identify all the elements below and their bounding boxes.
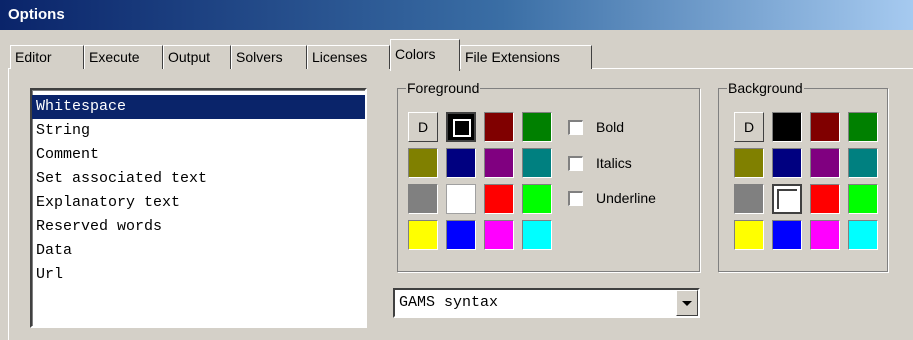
foreground-color-swatch[interactable] <box>484 148 514 178</box>
syntax-scheme-select[interactable]: GAMS syntax <box>393 288 700 318</box>
tab-output[interactable]: Output <box>163 45 231 69</box>
background-color-swatch[interactable] <box>848 220 878 250</box>
foreground-default-button[interactable]: D <box>408 112 438 142</box>
foreground-color-swatch[interactable] <box>484 220 514 250</box>
foreground-color-swatch[interactable] <box>484 112 514 142</box>
underline-checkbox[interactable] <box>568 191 583 206</box>
background-color-swatch[interactable] <box>810 112 840 142</box>
selected-marker <box>453 119 471 137</box>
foreground-color-swatch[interactable] <box>408 184 438 214</box>
background-legend: Background <box>727 79 804 97</box>
dropdown-button[interactable] <box>676 290 698 316</box>
background-color-swatch[interactable] <box>848 184 878 214</box>
background-color-swatch[interactable] <box>810 148 840 178</box>
foreground-legend: Foreground <box>406 79 481 97</box>
background-group: Background D <box>718 79 888 272</box>
tab-editor[interactable]: Editor <box>10 45 84 69</box>
title-bar: Options <box>0 0 913 30</box>
tab-solvers[interactable]: Solvers <box>231 45 307 69</box>
list-item[interactable]: Url <box>32 263 365 287</box>
syntax-scheme-value: GAMS syntax <box>399 294 499 311</box>
foreground-color-swatch[interactable] <box>484 184 514 214</box>
background-color-swatch[interactable] <box>848 148 878 178</box>
foreground-color-swatch[interactable] <box>408 148 438 178</box>
foreground-color-swatch[interactable] <box>522 112 552 142</box>
background-color-swatch[interactable] <box>810 184 840 214</box>
background-color-swatch[interactable] <box>772 220 802 250</box>
list-item[interactable]: Reserved words <box>32 215 365 239</box>
foreground-group: Foreground D Bold Italics Underline <box>397 79 700 272</box>
background-color-swatch[interactable] <box>734 220 764 250</box>
background-color-swatch[interactable] <box>848 112 878 142</box>
foreground-color-swatch[interactable] <box>446 148 476 178</box>
list-item[interactable]: Explanatory text <box>32 191 365 215</box>
foreground-color-swatch[interactable] <box>522 184 552 214</box>
background-color-swatch[interactable] <box>734 148 764 178</box>
selected-marker <box>777 189 797 209</box>
tab-execute[interactable]: Execute <box>84 45 163 69</box>
foreground-color-swatch[interactable] <box>522 148 552 178</box>
tab-licenses[interactable]: Licenses <box>307 45 390 69</box>
background-color-swatch[interactable] <box>772 184 802 214</box>
background-color-swatch[interactable] <box>772 112 802 142</box>
italics-checkbox[interactable] <box>568 156 583 171</box>
background-color-swatch[interactable] <box>772 148 802 178</box>
window-title: Options <box>8 6 65 23</box>
underline-label: Underline <box>596 190 656 206</box>
list-item[interactable]: Data <box>32 239 365 263</box>
list-item[interactable]: Comment <box>32 143 365 167</box>
bold-label: Bold <box>596 119 625 135</box>
background-default-button[interactable]: D <box>734 112 764 142</box>
tab-file-extensions[interactable]: File Extensions <box>460 45 592 69</box>
chevron-down-icon <box>682 301 692 306</box>
tab-strip: Editor Execute Output Solvers Licenses C… <box>0 36 913 71</box>
foreground-color-swatch[interactable] <box>408 220 438 250</box>
list-item[interactable]: Whitespace <box>32 95 365 119</box>
foreground-color-swatch[interactable] <box>522 220 552 250</box>
list-item[interactable]: Set associated text <box>32 167 365 191</box>
bold-checkbox[interactable] <box>568 120 583 135</box>
list-item[interactable]: String <box>32 119 365 143</box>
foreground-color-swatch[interactable] <box>446 112 476 142</box>
foreground-color-swatch[interactable] <box>446 184 476 214</box>
foreground-color-swatch[interactable] <box>446 220 476 250</box>
background-color-swatch[interactable] <box>734 184 764 214</box>
italics-label: Italics <box>596 155 632 171</box>
syntax-element-list[interactable]: Whitespace String Comment Set associated… <box>30 88 367 328</box>
background-color-swatch[interactable] <box>810 220 840 250</box>
tab-colors[interactable]: Colors <box>390 39 460 71</box>
